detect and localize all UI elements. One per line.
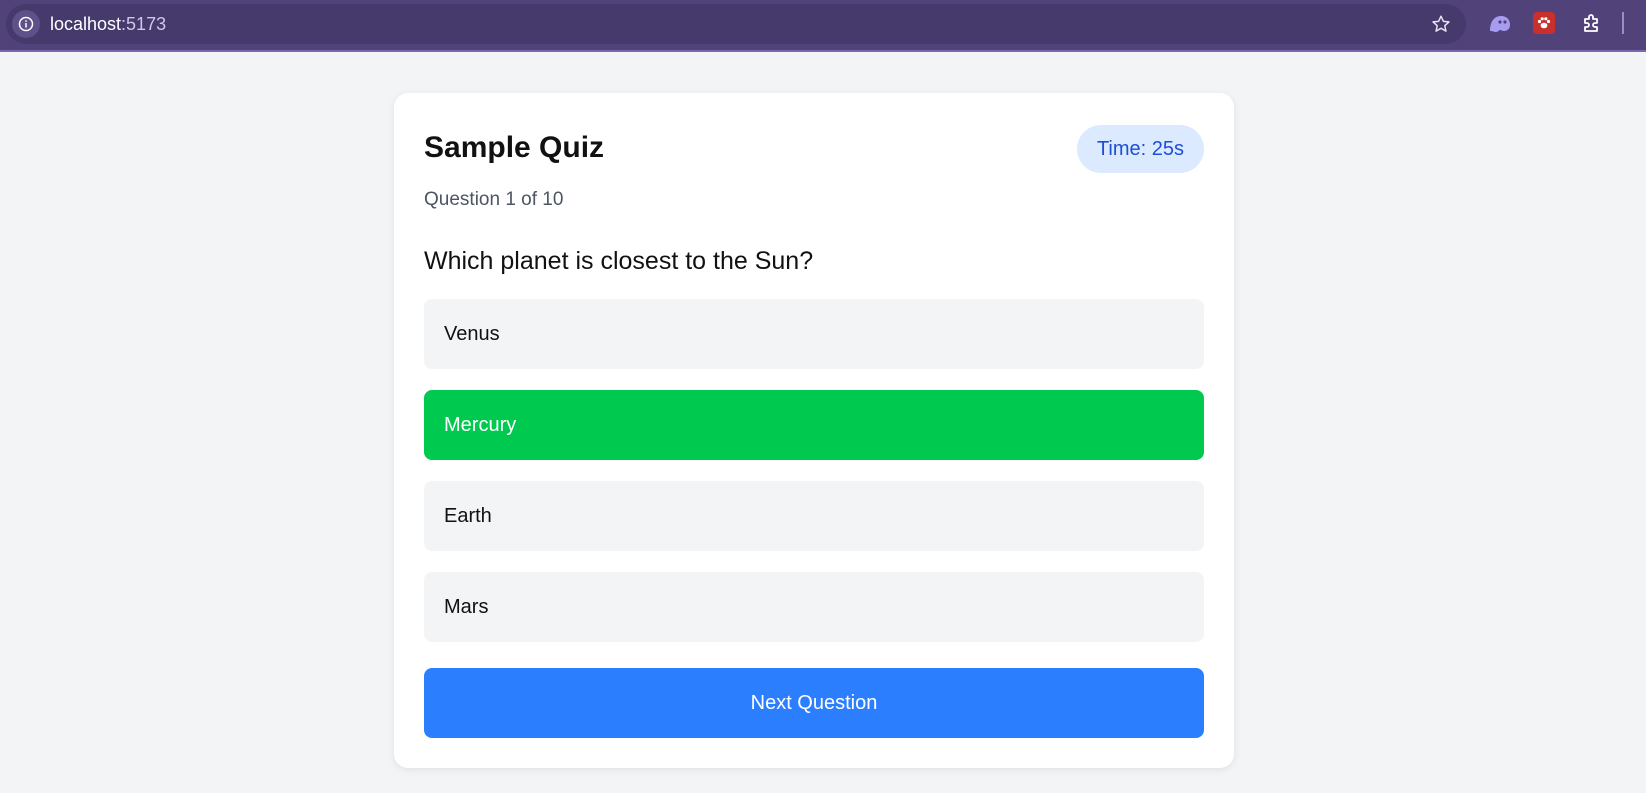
answer-option-mercury[interactable]: Mercury [424,390,1204,460]
browser-toolbar: localhost:5173 [0,0,1646,52]
puzzle-extensions-icon[interactable] [1580,11,1604,35]
answer-option-venus[interactable]: Venus [424,299,1204,369]
timer-badge: Time: 25s [1076,125,1204,173]
url-host: localhost [50,14,122,34]
paw-extension-icon[interactable] [1533,12,1555,34]
question-progress: Question 1 of 10 [424,189,564,210]
ghost-extension-icon[interactable] [1486,11,1512,35]
question-text: Which planet is closest to the Sun? [424,247,814,275]
answer-option-mars[interactable]: Mars [424,572,1204,642]
address-bar[interactable]: localhost:5173 [6,4,1466,44]
url-text[interactable]: localhost:5173 [50,14,166,35]
bookmark-star-icon[interactable] [1430,13,1452,35]
toolbar-divider [1622,12,1624,34]
quiz-card: Sample Quiz Time: 25s Question 1 of 10 W… [394,93,1234,768]
answer-option-earth[interactable]: Earth [424,481,1204,551]
url-port: :5173 [121,14,167,34]
next-question-button[interactable]: Next Question [424,668,1204,738]
info-icon[interactable] [12,10,40,38]
quiz-title: Sample Quiz [424,131,605,164]
